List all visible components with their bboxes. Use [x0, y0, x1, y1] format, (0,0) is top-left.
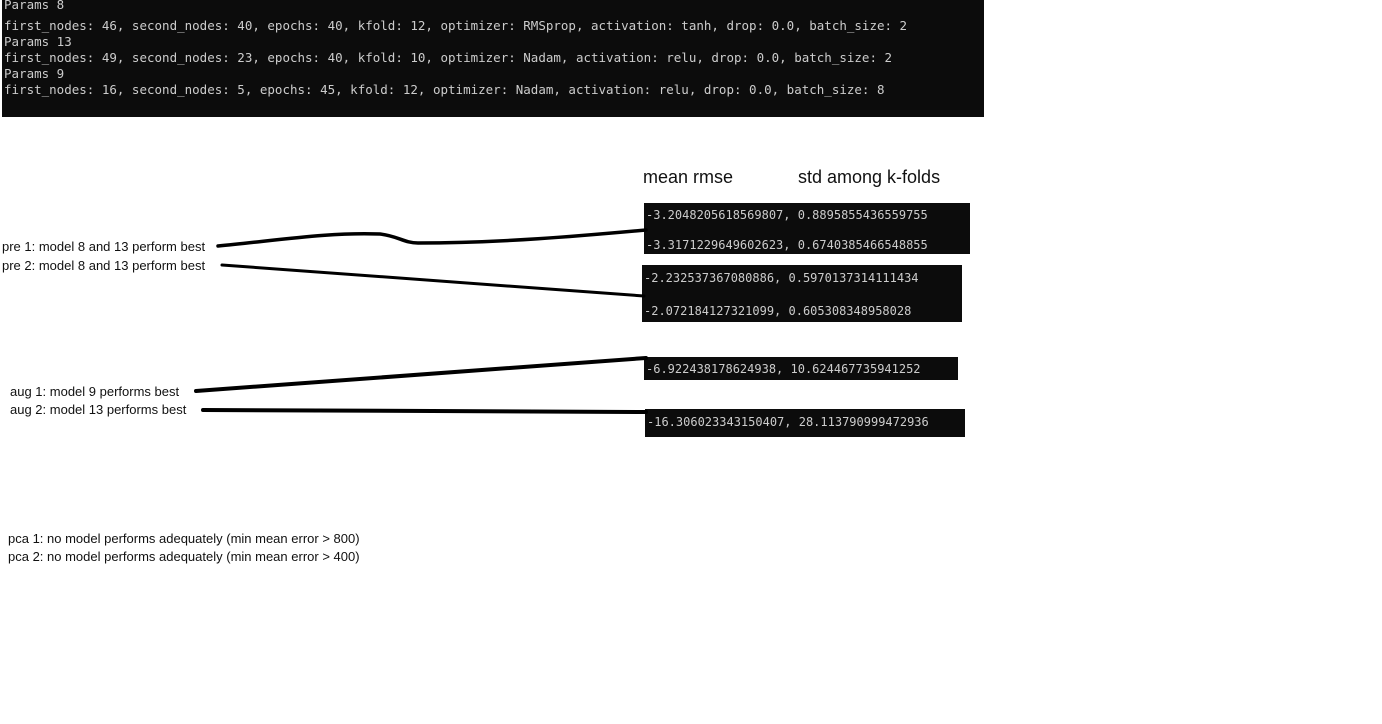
connector-lines — [194, 228, 648, 414]
connector-pre-2 — [220, 263, 646, 298]
connector-aug-2 — [201, 408, 648, 414]
connector-aug-1 — [194, 356, 648, 393]
connector-pre-1 — [216, 228, 648, 248]
